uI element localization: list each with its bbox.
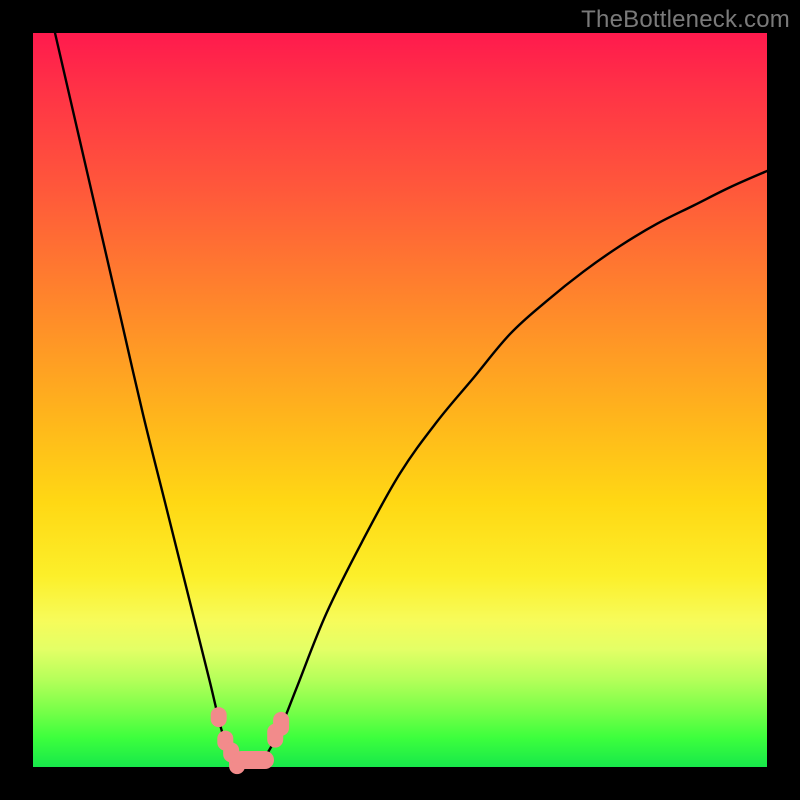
marker-dot bbox=[273, 712, 289, 736]
curve-layer bbox=[33, 33, 767, 767]
marker-bar bbox=[233, 751, 274, 769]
bottleneck-curve bbox=[55, 33, 767, 770]
optimal-zone-markers bbox=[211, 707, 289, 774]
watermark-text: TheBottleneck.com bbox=[581, 6, 790, 34]
plot-area bbox=[33, 33, 767, 767]
marker-dot bbox=[211, 707, 227, 727]
chart-frame: TheBottleneck.com bbox=[0, 0, 800, 800]
